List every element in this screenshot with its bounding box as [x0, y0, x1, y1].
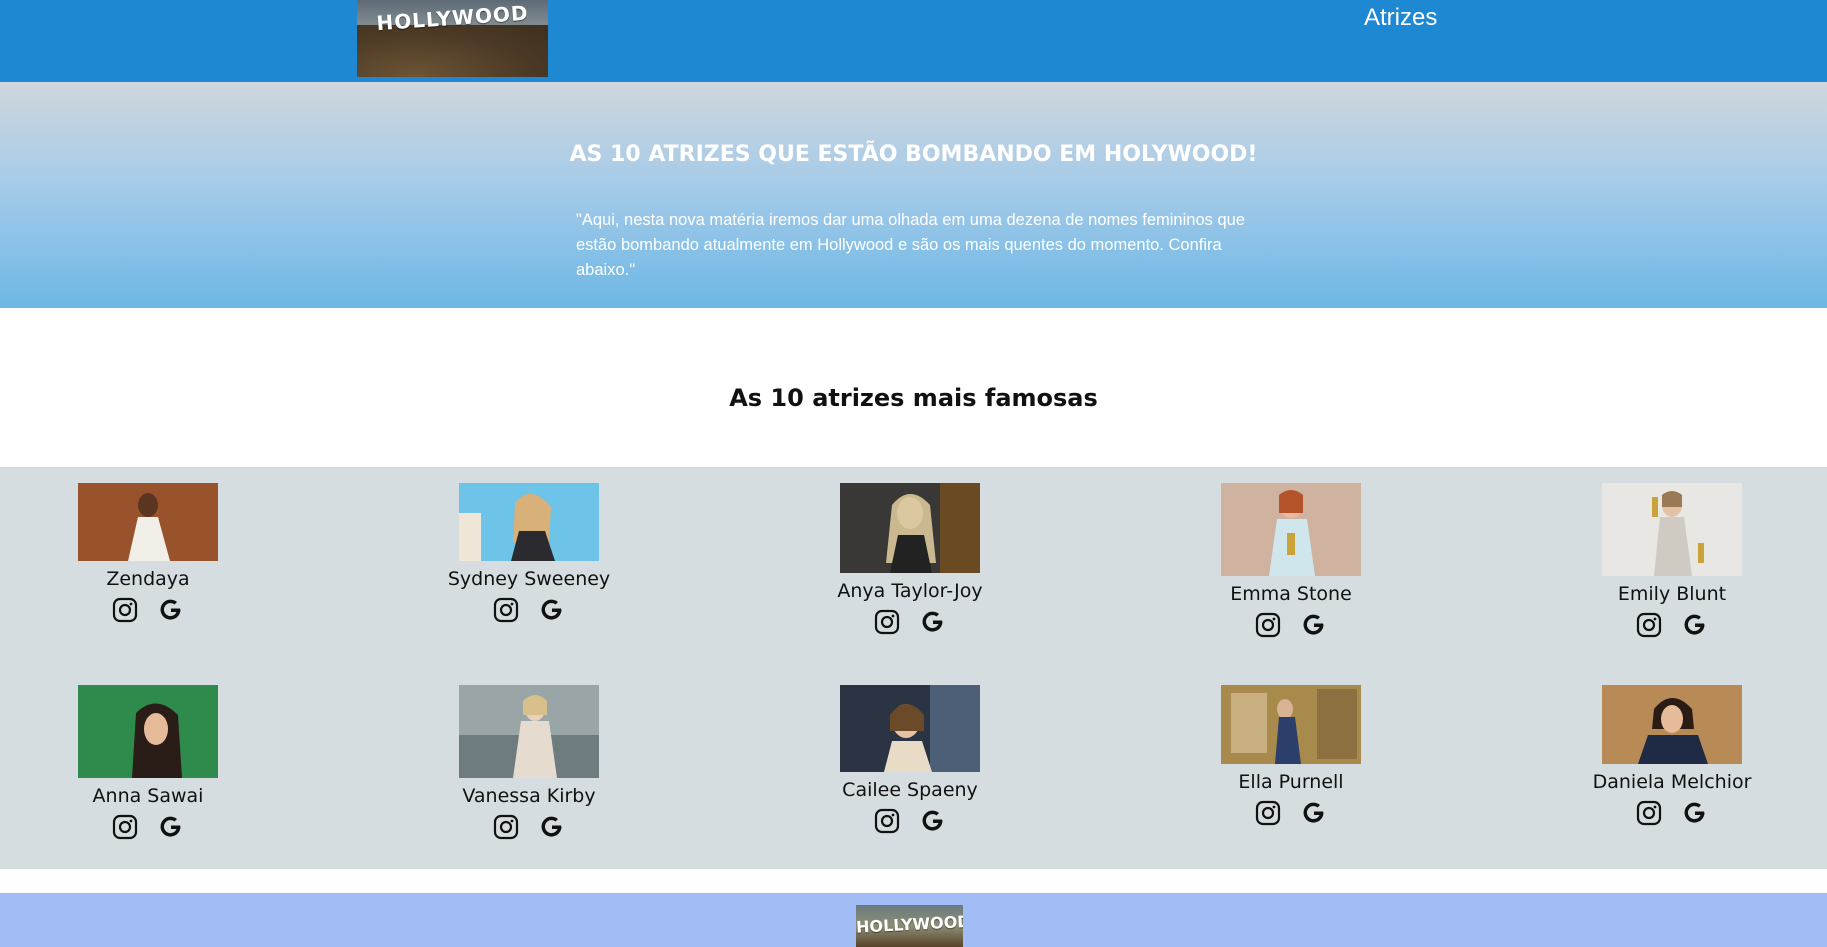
footer: HOLLYWOOD — [0, 893, 1827, 947]
google-icon[interactable] — [158, 814, 184, 840]
actress-card: Anna Sawai — [48, 685, 248, 840]
instagram-icon[interactable] — [1255, 800, 1281, 826]
instagram-icon[interactable] — [112, 814, 138, 840]
actress-name: Vanessa Kirby — [462, 785, 596, 807]
instagram-icon[interactable] — [112, 597, 138, 623]
actress-photo — [1602, 685, 1742, 764]
actress-name: Anna Sawai — [92, 785, 204, 807]
actress-name: Ella Purnell — [1238, 771, 1344, 793]
actress-photo — [1221, 685, 1361, 764]
actress-name: Sydney Sweeney — [447, 568, 611, 590]
instagram-icon[interactable] — [1636, 612, 1662, 638]
social-links — [112, 597, 184, 623]
social-links — [1255, 612, 1327, 638]
actress-name: Anya Taylor-Joy — [837, 580, 983, 602]
instagram-icon[interactable] — [874, 609, 900, 635]
instagram-icon[interactable] — [1255, 612, 1281, 638]
section-header: As 10 atrizes mais famosas — [0, 308, 1827, 467]
google-icon[interactable] — [1682, 800, 1708, 826]
actress-photo — [459, 685, 599, 778]
actress-photo — [840, 483, 980, 573]
actress-card: Emily Blunt — [1572, 483, 1772, 638]
actress-card: Ella Purnell — [1191, 685, 1391, 826]
google-icon[interactable] — [539, 814, 565, 840]
google-icon[interactable] — [158, 597, 184, 623]
google-icon[interactable] — [1301, 612, 1327, 638]
actress-photo — [459, 483, 599, 561]
actress-card: Zendaya — [48, 483, 248, 623]
actress-name: Emily Blunt — [1617, 583, 1727, 605]
instagram-icon[interactable] — [493, 597, 519, 623]
actress-card: Vanessa Kirby — [429, 685, 629, 840]
google-icon[interactable] — [1301, 800, 1327, 826]
nav-link-atrizes[interactable]: Atrizes — [1364, 4, 1437, 32]
google-icon[interactable] — [539, 597, 565, 623]
social-links — [1636, 800, 1708, 826]
instagram-icon[interactable] — [874, 808, 900, 834]
social-links — [874, 609, 946, 635]
actress-name: Zendaya — [106, 568, 190, 590]
social-links — [112, 814, 184, 840]
footer-logo-text: HOLLYWOOD — [856, 911, 963, 937]
instagram-icon[interactable] — [1636, 800, 1662, 826]
social-links — [874, 808, 946, 834]
hero-banner: AS 10 ATRIZES QUE ESTÃO BOMBANDO EM HOLY… — [0, 82, 1827, 308]
hollywood-logo[interactable]: HOLLYWOOD — [357, 0, 548, 77]
actress-card: Cailee Spaeny — [810, 685, 1010, 834]
social-links — [493, 597, 565, 623]
hero-quote: "Aqui, nesta nova matéria iremos dar uma… — [576, 211, 1245, 279]
hero-title: AS 10 ATRIZES QUE ESTÃO BOMBANDO EM HOLY… — [569, 142, 1258, 167]
social-links — [1636, 612, 1708, 638]
actress-name: Daniela Melchior — [1592, 771, 1752, 793]
actress-photo — [78, 685, 218, 778]
instagram-icon[interactable] — [493, 814, 519, 840]
social-links — [1255, 800, 1327, 826]
google-icon[interactable] — [1682, 612, 1708, 638]
top-navbar: HOLLYWOOD Atrizes — [0, 0, 1827, 82]
actress-photo — [1221, 483, 1361, 576]
social-links — [493, 814, 565, 840]
actresses-grid: Zendaya Sydney Sweeney Anya Taylor-Joy E… — [0, 467, 1827, 869]
actress-name: Cailee Spaeny — [842, 779, 978, 801]
actress-photo — [78, 483, 218, 561]
google-icon[interactable] — [920, 609, 946, 635]
actress-name: Emma Stone — [1230, 583, 1352, 605]
footer-logo[interactable]: HOLLYWOOD — [856, 905, 963, 947]
actress-card: Anya Taylor-Joy — [810, 483, 1010, 635]
section-title: As 10 atrizes mais famosas — [729, 384, 1098, 412]
actress-card: Daniela Melchior — [1572, 685, 1772, 826]
actress-card: Sydney Sweeney — [429, 483, 629, 623]
actress-card: Emma Stone — [1191, 483, 1391, 638]
actress-photo — [840, 685, 980, 772]
google-icon[interactable] — [920, 808, 946, 834]
actress-photo — [1602, 483, 1742, 576]
